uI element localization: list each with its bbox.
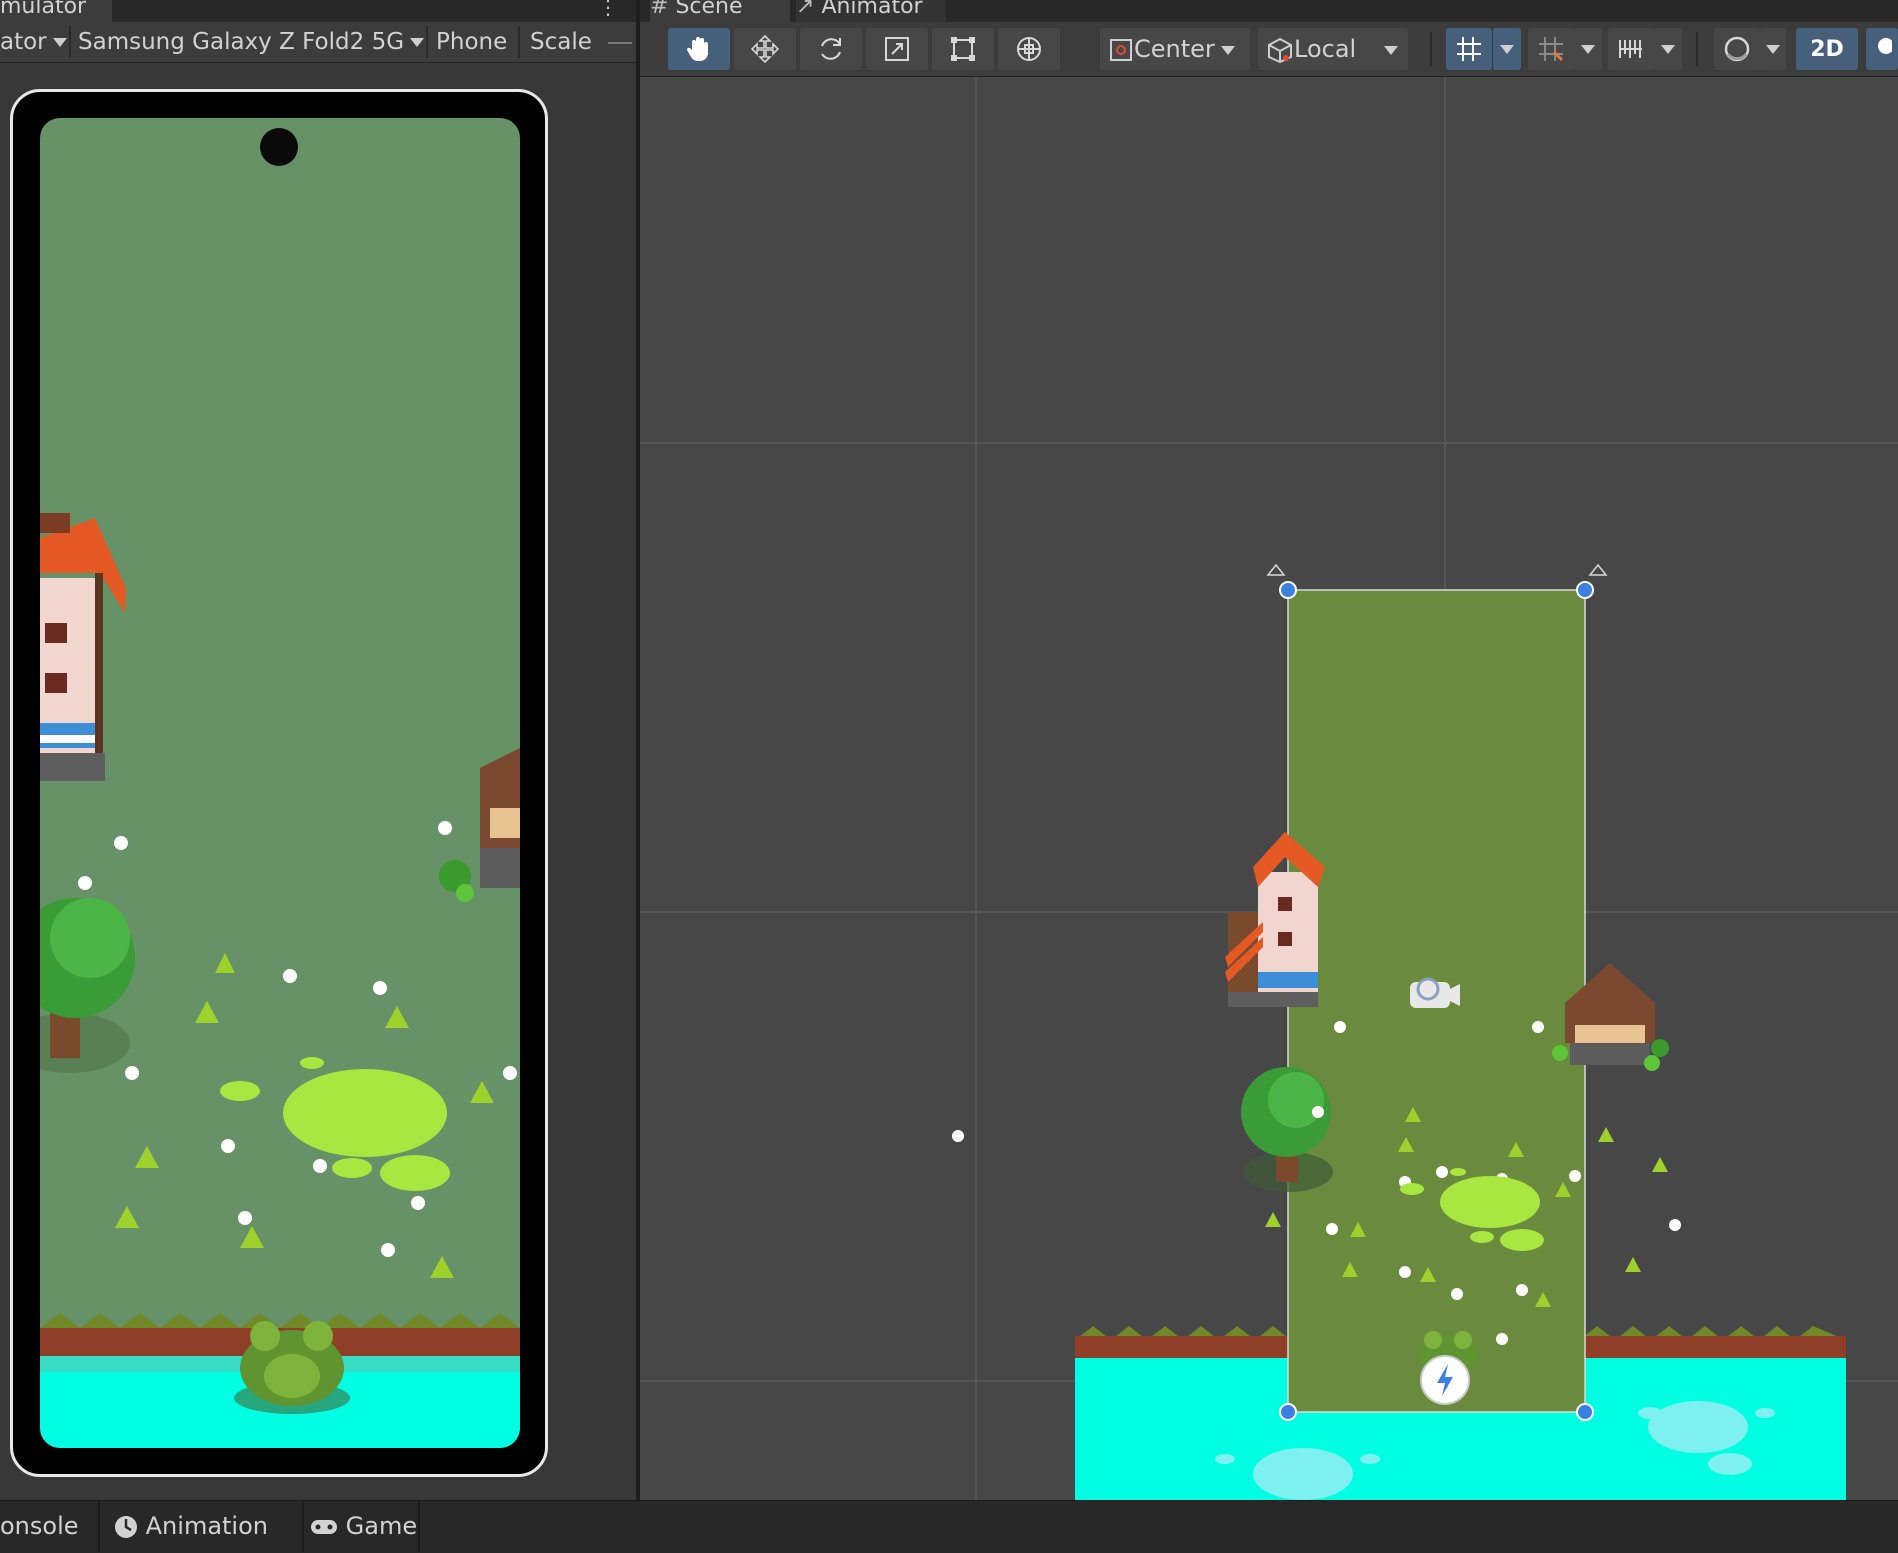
toolbar-divider <box>518 26 520 58</box>
tab-simulator[interactable]: mulator <box>0 0 112 22</box>
lighting-toggle-button[interactable] <box>1866 28 1898 70</box>
tab-animation[interactable]: Animation <box>114 1500 304 1552</box>
local-cube-icon <box>1268 37 1292 64</box>
toolbar-divider <box>426 26 428 58</box>
grid-snapping-dropdown[interactable] <box>1574 28 1602 70</box>
transform-tool-button[interactable] <box>998 28 1060 70</box>
game-screen[interactable] <box>40 118 520 1448</box>
tab-console[interactable]: onsole <box>0 1500 100 1552</box>
rotate-icon <box>821 38 841 60</box>
tree <box>40 898 135 1073</box>
rotate-tool-button[interactable] <box>800 28 862 70</box>
tab-divider <box>302 1500 304 1552</box>
toolbar-divider <box>1696 32 1698 66</box>
simulator-dropdown-label: ator <box>0 29 47 55</box>
animator-icon: ↗ <box>796 0 815 19</box>
scale-icon <box>885 37 909 61</box>
tab-simulator-label: mulator <box>0 0 87 19</box>
move-tool-button[interactable] <box>734 28 796 70</box>
phone-toggle-label: Phone <box>436 29 508 55</box>
chevron-down-icon <box>1500 44 1514 54</box>
scale-control[interactable]: Scale <box>530 22 600 62</box>
scene-canvas <box>640 77 1898 1500</box>
chevron-down-icon <box>1581 44 1595 54</box>
toolbar-divider <box>1430 32 1432 66</box>
light-gizmo-icon <box>1420 1355 1470 1405</box>
chevron-down-icon <box>1661 44 1675 54</box>
puddles <box>220 1057 450 1191</box>
pivot-rotation-label: Local <box>1294 35 1357 63</box>
device-dropdown[interactable]: Samsung Galaxy Z Fold2 5G <box>78 22 425 62</box>
tab-divider <box>98 1500 100 1552</box>
toolbar-divider <box>69 26 71 58</box>
toggle-2d-button[interactable]: 2D <box>1796 28 1858 70</box>
chevron-down-icon <box>1766 44 1780 54</box>
rect-transform-icon <box>951 37 975 61</box>
tab-console-label: onsole <box>0 1512 79 1540</box>
tab-scene-label: Scene <box>675 0 743 19</box>
camera-punch-hole <box>260 128 298 166</box>
shading-sphere-icon <box>1724 36 1750 62</box>
pagoda-building <box>1225 832 1325 1007</box>
chevron-down-icon <box>1384 45 1399 55</box>
toggle-2d-label: 2D <box>1810 36 1844 62</box>
pivot-mode-label: Center <box>1134 35 1215 63</box>
cabin-building <box>480 748 520 888</box>
pivot-center-icon <box>1110 39 1132 61</box>
game-render <box>40 513 520 1448</box>
chevron-down-icon <box>410 38 425 47</box>
clock-icon <box>115 1516 137 1538</box>
pivot-mode-dropdown[interactable]: Center <box>1100 28 1250 70</box>
phone-toggle[interactable]: Phone <box>436 22 512 62</box>
rect-tool-button[interactable] <box>932 28 994 70</box>
scale-slider[interactable] <box>608 42 632 44</box>
panel-menu-icon[interactable]: ⋮ <box>598 0 618 20</box>
tab-animator-label: Animator <box>821 0 923 19</box>
transform-icon <box>1017 37 1041 61</box>
hand-icon <box>686 37 708 62</box>
scene-grid <box>640 77 1898 1500</box>
increment-snap-button[interactable] <box>1608 28 1654 70</box>
tab-animator[interactable]: ↗ Animator <box>796 0 946 22</box>
grid-visibility-button[interactable] <box>1446 28 1492 70</box>
scale-tool-button[interactable] <box>866 28 928 70</box>
tab-animation-label: Animation <box>145 1512 268 1540</box>
tab-game-label: Game <box>345 1512 418 1540</box>
tree <box>1241 1067 1333 1192</box>
grid-snap-icon <box>1539 37 1564 62</box>
grid-snapping-button[interactable] <box>1528 28 1574 70</box>
draw-mode-button[interactable] <box>1714 28 1760 70</box>
frog-character <box>234 1321 350 1414</box>
chevron-down-icon <box>52 38 67 47</box>
pivot-rotation-dropdown[interactable]: Local <box>1258 28 1408 70</box>
chevron-down-icon <box>1220 45 1235 55</box>
draw-mode-dropdown[interactable] <box>1760 28 1786 70</box>
lightbulb-icon <box>1878 38 1892 54</box>
grid-icon <box>1457 37 1481 61</box>
scene-view[interactable] <box>640 77 1898 1500</box>
gamepad-icon <box>311 1520 337 1534</box>
simulator-dropdown[interactable]: ator <box>0 22 67 62</box>
hand-tool-button[interactable] <box>668 28 730 70</box>
scale-label: Scale <box>530 29 592 55</box>
pagoda-building <box>40 513 126 781</box>
tab-scene[interactable]: # Scene <box>650 0 790 22</box>
device-dropdown-label: Samsung Galaxy Z Fold2 5G <box>78 29 405 55</box>
tab-game[interactable]: Game <box>310 1500 420 1552</box>
grid-visibility-dropdown[interactable] <box>1492 28 1521 70</box>
tab-divider <box>418 1500 420 1552</box>
hash-icon: # <box>650 0 669 19</box>
ruler-icon <box>1619 40 1642 58</box>
rotate-handles <box>1266 563 1608 576</box>
increment-snap-dropdown[interactable] <box>1654 28 1682 70</box>
move-icon <box>750 34 780 64</box>
